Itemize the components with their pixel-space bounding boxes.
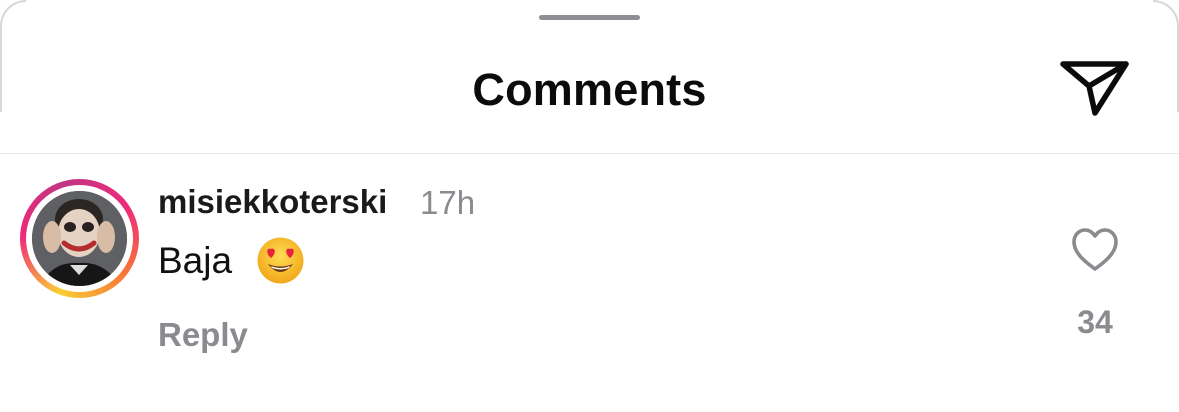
sheet-grabber-handle[interactable] bbox=[539, 15, 640, 20]
heart-eyes-emoji-icon bbox=[257, 237, 304, 284]
paper-plane-icon[interactable] bbox=[1058, 54, 1132, 120]
comment-timestamp: 17h bbox=[420, 184, 476, 221]
avatar-image bbox=[32, 191, 127, 286]
avatar[interactable] bbox=[32, 191, 127, 286]
comments-sheet: Comments misiekkoterski 17h Baja Reply 3… bbox=[0, 0, 1179, 412]
comment-text: Baja bbox=[158, 240, 233, 281]
like-count: 34 bbox=[1077, 304, 1113, 340]
comment-item: misiekkoterski 17h Baja Reply 34 bbox=[0, 154, 1179, 412]
story-ring[interactable] bbox=[20, 179, 139, 298]
comment-username[interactable]: misiekkoterski bbox=[158, 183, 387, 221]
heart-outline-icon[interactable] bbox=[1070, 227, 1120, 273]
page-title: Comments bbox=[472, 64, 707, 115]
comments-header: Comments bbox=[0, 40, 1179, 138]
reply-button[interactable]: Reply bbox=[158, 316, 248, 354]
